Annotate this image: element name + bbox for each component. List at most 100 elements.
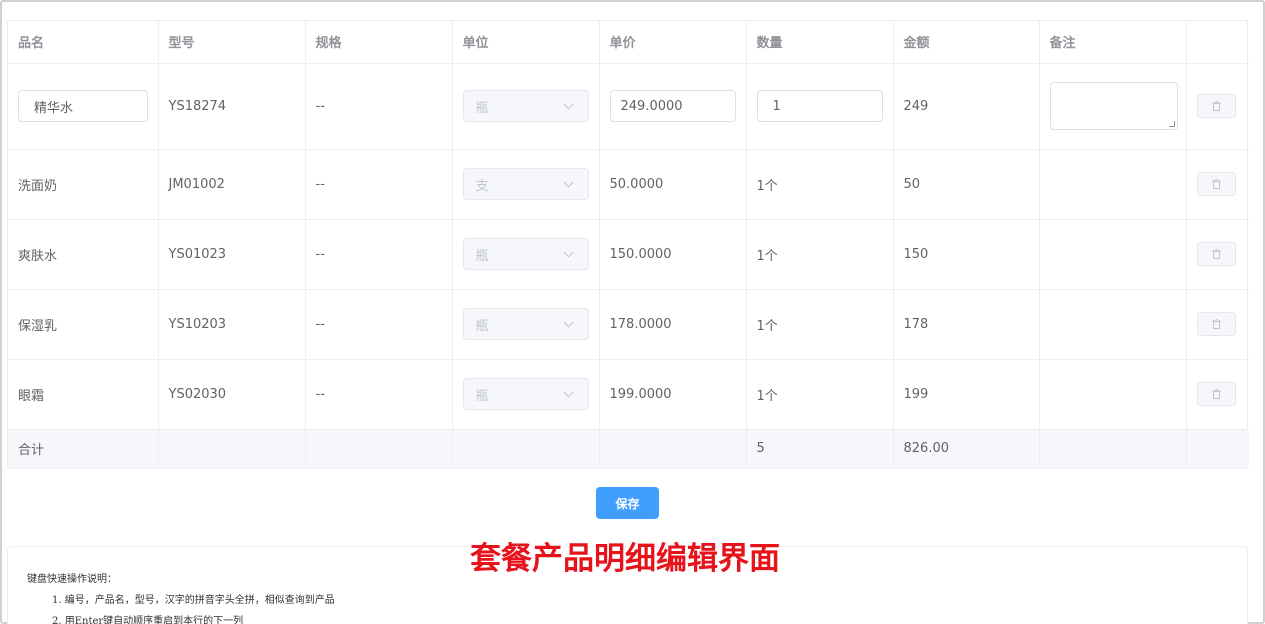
summary-empty bbox=[158, 429, 306, 468]
name-input[interactable]: 精华水 bbox=[18, 90, 148, 122]
header-spec: 规格 bbox=[305, 21, 453, 64]
help-item: 1. 编号，产品名，型号，汉字的拼音字头全拼，相似查询到产品 bbox=[52, 595, 335, 606]
table-row: 保湿乳 YS10203 -- 瓶 178.0000 1个 178 bbox=[8, 289, 1249, 360]
header-actions bbox=[1186, 21, 1249, 64]
save-button[interactable]: 保存 bbox=[596, 487, 659, 519]
table-row: 洗面奶 JM01002 -- 支 50.0000 1个 50 bbox=[8, 149, 1249, 220]
cell-model: YS18274 bbox=[158, 63, 306, 150]
cell-price: 50.0000 bbox=[599, 149, 747, 220]
unit-select-value: 支 bbox=[475, 178, 489, 194]
chevron-down-icon bbox=[563, 387, 573, 397]
cell-model: YS01023 bbox=[158, 219, 306, 290]
cell-remark bbox=[1039, 289, 1187, 360]
delete-button[interactable] bbox=[1196, 382, 1236, 406]
cell-remark bbox=[1039, 359, 1187, 430]
trash-icon bbox=[1211, 249, 1221, 259]
cell-actions bbox=[1186, 359, 1249, 430]
summary-empty bbox=[1186, 429, 1249, 468]
cell-actions bbox=[1186, 219, 1249, 290]
help-item: 2. 用Enter键自动顺序重启到本行的下一列 bbox=[52, 616, 244, 624]
cell-qty: 1 bbox=[746, 63, 894, 150]
delete-button[interactable] bbox=[1196, 94, 1236, 118]
cell-unit: 瓶 bbox=[452, 359, 600, 430]
cell-unit: 瓶 bbox=[452, 63, 600, 150]
chevron-down-icon bbox=[563, 317, 573, 327]
resize-grip-icon[interactable] bbox=[1168, 121, 1175, 127]
cell-unit: 支 bbox=[452, 149, 600, 220]
cell-actions bbox=[1186, 63, 1249, 150]
unit-select-value: 瓶 bbox=[475, 100, 489, 116]
cell-actions bbox=[1186, 289, 1249, 360]
unit-select-value: 瓶 bbox=[475, 318, 489, 334]
product-detail-table: 品名 型号 规格 单位 单价 数量 金额 备注 精华水 YS18274 -- 瓶… bbox=[7, 20, 1249, 469]
table-row: 爽肤水 YS01023 -- 瓶 150.0000 1个 150 bbox=[8, 219, 1249, 290]
cell-name: 精华水 bbox=[8, 63, 159, 150]
cell-price: 178.0000 bbox=[599, 289, 747, 360]
cell-name: 眼霜 bbox=[8, 359, 159, 430]
cell-unit: 瓶 bbox=[452, 289, 600, 360]
cell-price: 249.0000 bbox=[599, 63, 747, 150]
table-row-editing: 精华水 YS18274 -- 瓶 249.0000 1 249 bbox=[8, 63, 1249, 150]
unit-select[interactable]: 瓶 bbox=[462, 90, 589, 122]
cell-price: 150.0000 bbox=[599, 219, 747, 290]
summary-qty-total: 5 bbox=[746, 429, 894, 468]
unit-select[interactable]: 瓶 bbox=[462, 378, 589, 410]
cell-amount: 150 bbox=[893, 219, 1040, 290]
trash-icon bbox=[1211, 179, 1221, 189]
summary-empty bbox=[599, 429, 747, 468]
header-model: 型号 bbox=[158, 21, 306, 64]
table-row: 眼霜 YS02030 -- 瓶 199.0000 1个 199 bbox=[8, 359, 1249, 430]
remark-textarea[interactable] bbox=[1049, 82, 1178, 130]
cell-spec: -- bbox=[305, 289, 453, 360]
summary-label: 合计 bbox=[8, 429, 159, 468]
summary-empty bbox=[452, 429, 600, 468]
cell-qty: 1个 bbox=[746, 359, 894, 430]
cell-spec: -- bbox=[305, 149, 453, 220]
cell-amount: 199 bbox=[893, 359, 1040, 430]
help-title: 键盘快速操作说明： bbox=[27, 574, 117, 585]
cell-amount: 249 bbox=[893, 63, 1040, 150]
header-unit: 单位 bbox=[452, 21, 600, 64]
trash-icon bbox=[1211, 101, 1221, 111]
cell-model: JM01002 bbox=[158, 149, 306, 220]
cell-spec: -- bbox=[305, 359, 453, 430]
cell-spec: -- bbox=[305, 63, 453, 150]
cell-qty: 1个 bbox=[746, 289, 894, 360]
chevron-down-icon bbox=[563, 177, 573, 187]
cell-name: 保湿乳 bbox=[8, 289, 159, 360]
unit-select[interactable]: 支 bbox=[462, 168, 589, 200]
cell-unit: 瓶 bbox=[452, 219, 600, 290]
cell-name: 爽肤水 bbox=[8, 219, 159, 290]
chevron-down-icon bbox=[563, 99, 573, 109]
summary-empty bbox=[1039, 429, 1187, 468]
cell-amount: 50 bbox=[893, 149, 1040, 220]
cell-price: 199.0000 bbox=[599, 359, 747, 430]
delete-button[interactable] bbox=[1196, 242, 1236, 266]
delete-button[interactable] bbox=[1196, 172, 1236, 196]
trash-icon bbox=[1211, 389, 1221, 399]
header-remark: 备注 bbox=[1039, 21, 1187, 64]
cell-qty: 1个 bbox=[746, 149, 894, 220]
header-name: 品名 bbox=[8, 21, 159, 64]
price-input[interactable]: 249.0000 bbox=[609, 90, 736, 122]
summary-row: 合计 5 826.00 bbox=[8, 429, 1249, 468]
unit-select-value: 瓶 bbox=[475, 388, 489, 404]
summary-empty bbox=[305, 429, 453, 468]
cell-model: YS10203 bbox=[158, 289, 306, 360]
unit-select-value: 瓶 bbox=[475, 248, 489, 264]
header-amount: 金额 bbox=[893, 21, 1040, 64]
header-price: 单价 bbox=[599, 21, 747, 64]
cell-remark bbox=[1039, 219, 1187, 290]
cell-spec: -- bbox=[305, 219, 453, 290]
table-header-row: 品名 型号 规格 单位 单价 数量 金额 备注 bbox=[8, 21, 1249, 64]
cell-name: 洗面奶 bbox=[8, 149, 159, 220]
qty-input[interactable]: 1 bbox=[756, 90, 883, 122]
cell-actions bbox=[1186, 149, 1249, 220]
unit-select[interactable]: 瓶 bbox=[462, 238, 589, 270]
cell-qty: 1个 bbox=[746, 219, 894, 290]
unit-select[interactable]: 瓶 bbox=[462, 308, 589, 340]
cell-model: YS02030 bbox=[158, 359, 306, 430]
delete-button[interactable] bbox=[1196, 312, 1236, 336]
cell-amount: 178 bbox=[893, 289, 1040, 360]
chevron-down-icon bbox=[563, 247, 573, 257]
